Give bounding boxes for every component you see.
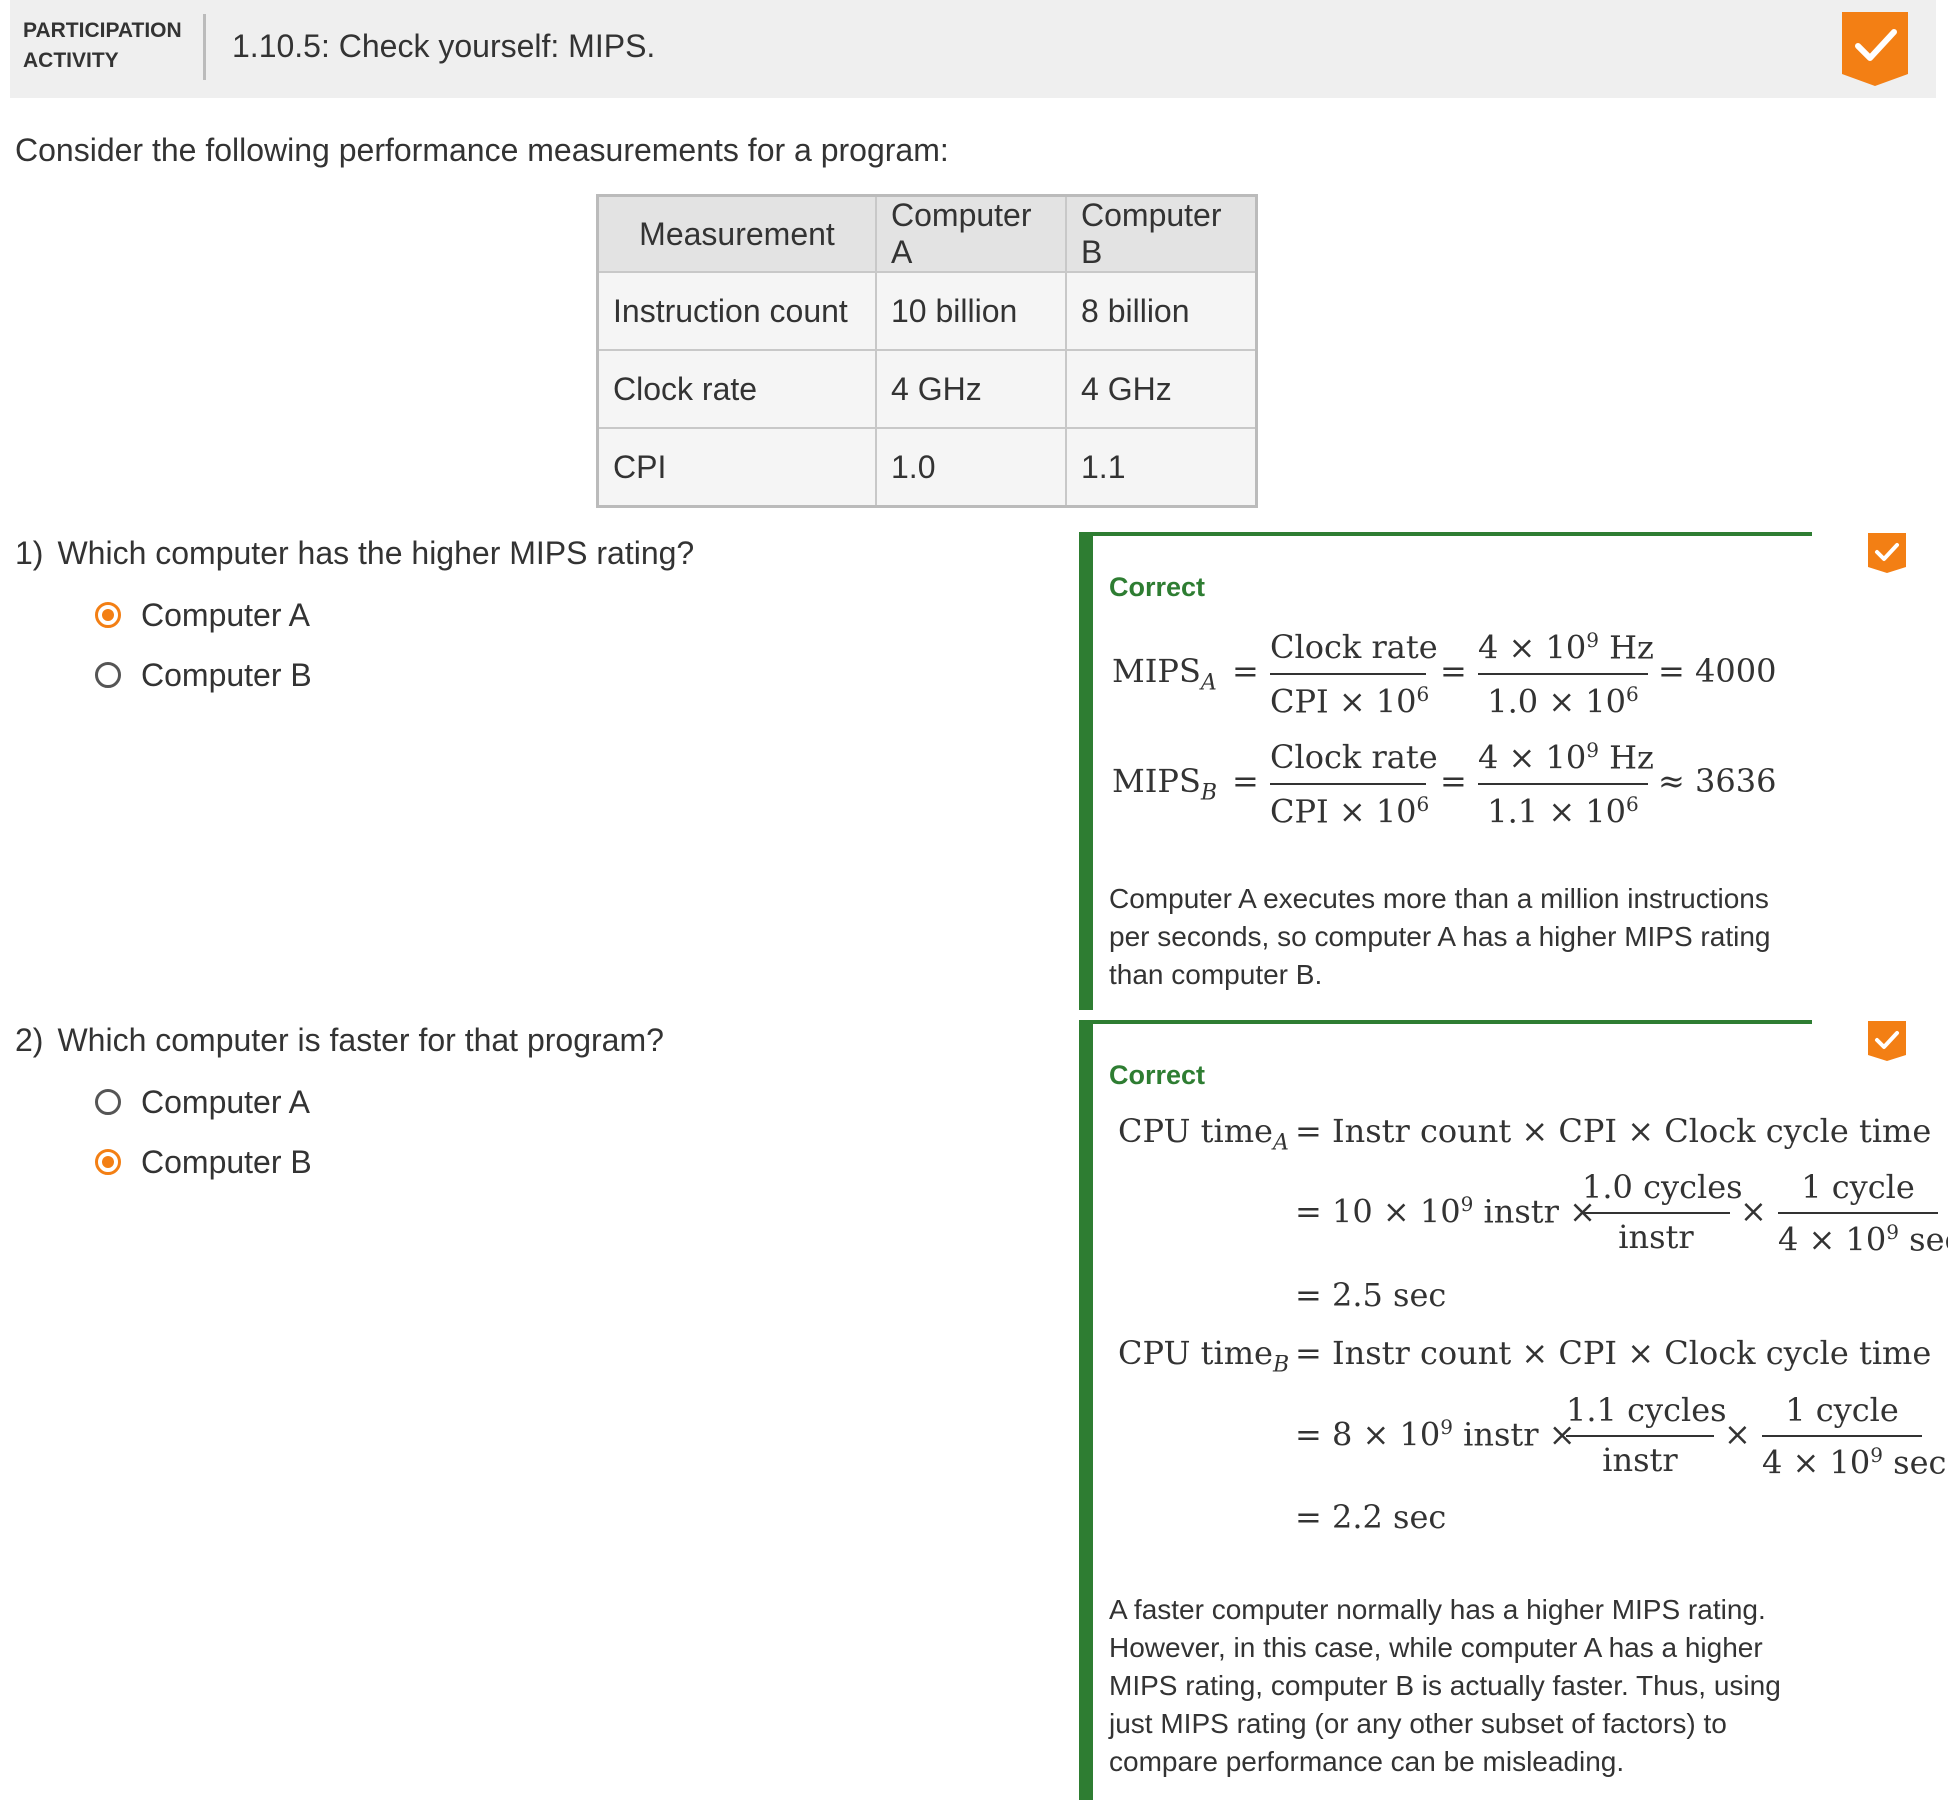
cpi-a-num: 1.0 cycles xyxy=(1582,1168,1743,1206)
table-header-row: Measurement Computer A Computer B xyxy=(596,194,1258,273)
fraction-bar xyxy=(1270,783,1426,785)
radio-selected-icon[interactable] xyxy=(95,1149,121,1175)
q1-option-computer-b[interactable]: Computer B xyxy=(95,655,312,695)
mips-b-frac2-den: 1.1 × 106 xyxy=(1487,792,1639,831)
table-cell: 8 billion xyxy=(1065,271,1258,351)
cpu-time-b-lhs: CPU timeB xyxy=(1118,1334,1290,1378)
q1-correct-check-icon xyxy=(1868,533,1906,573)
equals-sign: = xyxy=(1440,652,1467,690)
cpu-time-a-lhs: CPU timeA xyxy=(1118,1112,1289,1156)
q2-correct-check-icon xyxy=(1868,1021,1906,1061)
fraction-bar xyxy=(1778,1212,1938,1214)
q2-option-computer-a[interactable]: Computer A xyxy=(95,1082,310,1122)
option-label: Computer A xyxy=(141,596,310,633)
mips-a-frac1-num: Clock rate xyxy=(1270,628,1438,666)
table-cell: 10 billion xyxy=(875,271,1067,351)
table-row: CPI 1.0 1.1 xyxy=(596,427,1258,508)
cycle-a-den: 4 × 109 sec xyxy=(1778,1220,1948,1259)
activity-label-line-2: ACTIVITY xyxy=(23,49,119,72)
fraction-bar xyxy=(1478,673,1648,675)
activity-header: PARTICIPATION ACTIVITY 1.10.5: Check you… xyxy=(10,0,1936,98)
option-label: Computer B xyxy=(141,656,312,693)
explanation-line: just MIPS rating (or any other subset of… xyxy=(1109,1708,1727,1739)
q1-correct-label: Correct xyxy=(1109,572,1206,602)
equals-sign: = xyxy=(1232,652,1259,690)
fraction-bar xyxy=(1566,1435,1714,1437)
measurements-table: Measurement Computer A Computer B Instru… xyxy=(596,194,1258,508)
question-text: Which computer is faster for that progra… xyxy=(57,1022,664,1058)
cpi-b-num: 1.1 cycles xyxy=(1566,1391,1727,1429)
explanation-line: per seconds, so computer A has a higher … xyxy=(1109,921,1771,952)
intro-text: Consider the following performance measu… xyxy=(15,132,949,168)
explanation-line: Computer A executes more than a million … xyxy=(1109,883,1769,914)
mips-a-frac2-den: 1.0 × 106 xyxy=(1487,682,1639,721)
table-header-cell: Measurement xyxy=(596,194,877,273)
fraction-bar xyxy=(1478,783,1648,785)
times-sign: × xyxy=(1724,1415,1751,1453)
table-row: Instruction count 10 billion 8 billion xyxy=(596,271,1258,351)
cpu-time-a-step: = 10 × 109 instr × xyxy=(1295,1192,1596,1231)
activity-type-label: PARTICIPATION ACTIVITY xyxy=(23,16,182,76)
mips-a-lhs: MIPSA xyxy=(1112,652,1217,696)
mips-a-result: = 4000 xyxy=(1658,652,1777,690)
question-number: 2) xyxy=(15,1022,44,1058)
cycle-b-num: 1 cycle xyxy=(1785,1391,1899,1429)
table-cell: CPI xyxy=(596,427,877,508)
q2-option-computer-b[interactable]: Computer B xyxy=(95,1142,312,1182)
mips-b-frac1-den: CPI × 106 xyxy=(1270,792,1430,831)
equals-sign: = xyxy=(1232,762,1259,800)
cpu-time-b-result: = 2.2 sec xyxy=(1295,1498,1447,1536)
explanation-line: MIPS rating, computer B is actually fast… xyxy=(1109,1670,1781,1701)
table-header-cell: Computer A xyxy=(875,194,1067,273)
table-row: Clock rate 4 GHz 4 GHz xyxy=(596,349,1258,429)
explanation-line: However, in this case, while computer A … xyxy=(1109,1632,1763,1663)
mips-a-frac2-num: 4 × 109 Hz xyxy=(1478,628,1654,667)
activity-title: 1.10.5: Check yourself: MIPS. xyxy=(232,28,656,64)
checkmark-badge-icon xyxy=(1842,12,1908,86)
table-header-cell: Computer B xyxy=(1065,194,1258,273)
cpu-time-b-step: = 8 × 109 instr × xyxy=(1295,1415,1576,1454)
radio-unselected-icon[interactable] xyxy=(95,1089,121,1115)
option-label: Computer B xyxy=(141,1143,312,1180)
question-1: 1) Which computer has the higher MIPS rat… xyxy=(15,535,694,572)
explanation-line: compare performance can be misleading. xyxy=(1109,1746,1625,1777)
table-cell: 1.0 xyxy=(875,427,1067,508)
cycle-a-num: 1 cycle xyxy=(1801,1168,1915,1206)
table-cell: Instruction count xyxy=(596,271,877,351)
explanation-line: than computer B. xyxy=(1109,959,1323,990)
mips-a-frac1-den: CPI × 106 xyxy=(1270,682,1430,721)
q1-explanation: Computer A executes more than a million … xyxy=(1109,880,1809,994)
equals-sign: = xyxy=(1440,762,1467,800)
mips-b-frac1-num: Clock rate xyxy=(1270,738,1438,776)
table-cell: 1.1 xyxy=(1065,427,1258,508)
cpu-time-a-result: = 2.5 sec xyxy=(1295,1276,1447,1314)
radio-selected-icon[interactable] xyxy=(95,602,121,628)
activity-label-line-1: PARTICIPATION xyxy=(23,19,182,42)
question-2: 2) Which computer is faster for that prog… xyxy=(15,1022,664,1059)
option-label: Computer A xyxy=(141,1083,310,1120)
radio-unselected-icon[interactable] xyxy=(95,662,121,688)
fraction-bar xyxy=(1582,1212,1730,1214)
table-cell: 4 GHz xyxy=(875,349,1067,429)
q1-option-computer-a[interactable]: Computer A xyxy=(95,595,310,635)
table-cell: Clock rate xyxy=(596,349,877,429)
mips-b-result: ≈ 3636 xyxy=(1658,762,1777,800)
explanation-line: A faster computer normally has a higher … xyxy=(1109,1594,1766,1625)
cpi-b-den: instr xyxy=(1602,1441,1678,1479)
q2-explanation: A faster computer normally has a higher … xyxy=(1109,1591,1809,1781)
cpu-time-b-formula: = Instr count × CPI × Clock cycle time xyxy=(1295,1334,1932,1372)
header-divider xyxy=(203,14,206,80)
q2-correct-label: Correct xyxy=(1109,1060,1206,1090)
question-number: 1) xyxy=(15,535,44,571)
mips-b-lhs: MIPSB xyxy=(1112,762,1218,806)
mips-b-frac2-num: 4 × 109 Hz xyxy=(1478,738,1654,777)
times-sign: × xyxy=(1740,1192,1767,1230)
cpi-a-den: instr xyxy=(1618,1218,1694,1256)
table-cell: 4 GHz xyxy=(1065,349,1258,429)
fraction-bar xyxy=(1270,673,1426,675)
cycle-b-den: 4 × 109 sec xyxy=(1762,1443,1947,1482)
question-text: Which computer has the higher MIPS ratin… xyxy=(57,535,695,571)
cpu-time-a-formula: = Instr count × CPI × Clock cycle time xyxy=(1295,1112,1932,1150)
fraction-bar xyxy=(1762,1435,1922,1437)
